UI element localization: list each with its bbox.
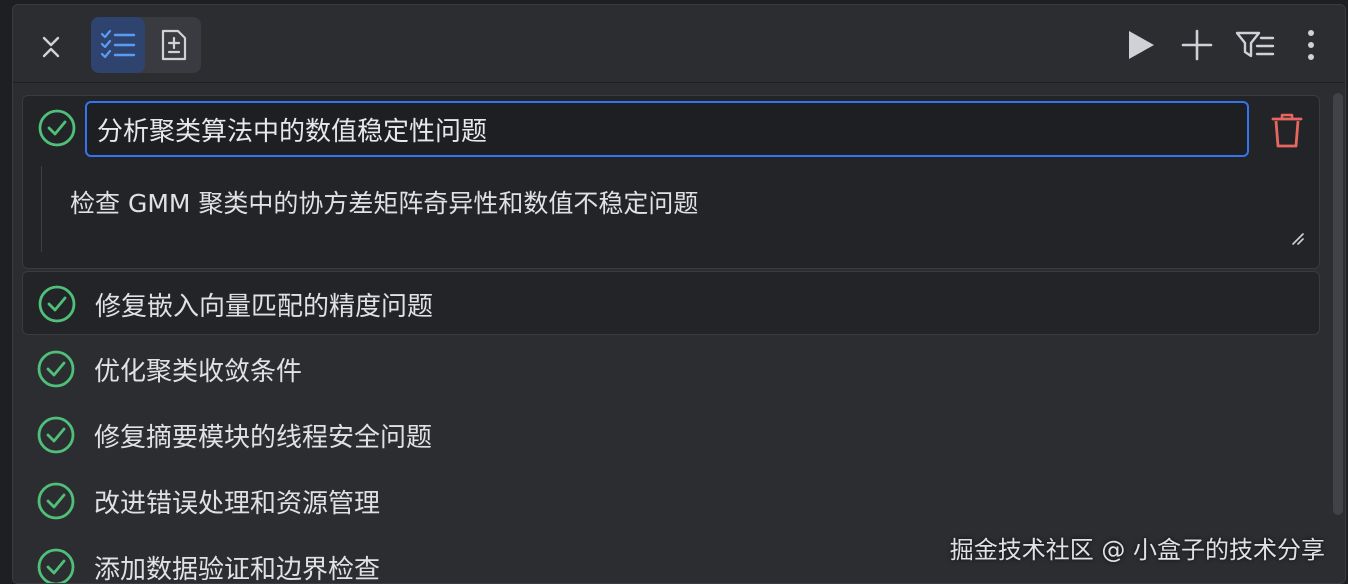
task-item[interactable]: 修复摘要模块的线程安全问题 xyxy=(22,403,1320,467)
check-circle-icon[interactable] xyxy=(36,415,76,455)
plus-icon[interactable] xyxy=(1177,23,1217,67)
resize-handle-icon[interactable] xyxy=(1291,232,1305,246)
task-item-label: 添加数据验证和边界检查 xyxy=(94,555,381,584)
task-item[interactable]: 修复嵌入向量匹配的精度问题 xyxy=(22,271,1320,335)
check-circle-icon[interactable] xyxy=(37,284,77,324)
check-circle-icon[interactable] xyxy=(36,481,76,521)
toolbar xyxy=(13,5,1345,83)
task-item-editing: 检查 GMM 聚类中的协方差矩阵奇异性和数值不稳定问题 xyxy=(22,95,1320,269)
filter-list-icon[interactable] xyxy=(1235,23,1275,67)
play-icon[interactable] xyxy=(1121,23,1161,67)
task-description-text: 检查 GMM 聚类中的协方差矩阵奇异性和数值不稳定问题 xyxy=(70,189,699,218)
task-list: 检查 GMM 聚类中的协方差矩阵奇异性和数值不稳定问题 修复嵌入向量匹配的精度问… xyxy=(22,95,1320,584)
check-circle-icon[interactable] xyxy=(37,108,77,148)
check-circle-icon[interactable] xyxy=(36,547,76,583)
task-item-label: 修复摘要模块的线程安全问题 xyxy=(94,423,433,453)
scrollbar[interactable] xyxy=(1333,93,1343,515)
task-item-label: 优化聚类收敛条件 xyxy=(94,357,303,387)
check-circle-icon[interactable] xyxy=(36,349,76,389)
task-item[interactable]: 优化聚类收敛条件 xyxy=(22,337,1320,401)
more-vertical-icon[interactable] xyxy=(1291,23,1331,67)
task-item-label: 改进错误处理和资源管理 xyxy=(94,489,381,519)
task-description-field[interactable]: 检查 GMM 聚类中的协方差矩阵奇异性和数值不稳定问题 xyxy=(41,166,1311,252)
view-toggle xyxy=(91,17,201,73)
task-item[interactable]: 改进错误处理和资源管理 xyxy=(22,469,1320,533)
checklist-icon[interactable] xyxy=(91,17,145,73)
task-item-label: 修复嵌入向量匹配的精度问题 xyxy=(95,292,434,322)
watermark: 掘金技术社区 @ 小盒子的技术分享 xyxy=(949,536,1325,564)
task-title-input[interactable] xyxy=(85,101,1249,157)
trash-icon[interactable] xyxy=(1265,108,1309,152)
collapse-expand-icon[interactable] xyxy=(35,27,67,67)
add-document-icon[interactable] xyxy=(147,17,201,73)
task-panel: 检查 GMM 聚类中的协方差矩阵奇异性和数值不稳定问题 修复嵌入向量匹配的精度问… xyxy=(12,4,1346,584)
